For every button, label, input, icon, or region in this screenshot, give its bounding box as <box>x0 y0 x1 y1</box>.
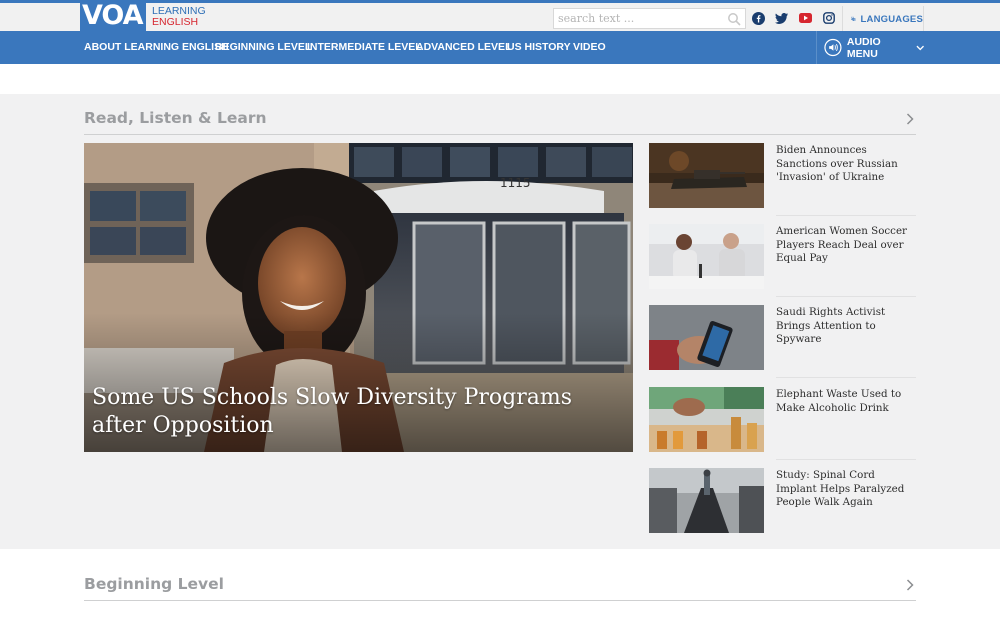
languages-button[interactable]: A文 LANGUAGES <box>842 6 924 32</box>
languages-icon: A文 <box>851 16 856 22</box>
nav-item-beginning-level[interactable]: BEGINNING LEVEL <box>215 31 311 64</box>
story-thumbnail[interactable] <box>649 224 764 289</box>
beginning-section-header: Beginning Level <box>84 560 916 601</box>
story-item[interactable]: Elephant Waste Used to Make Alcoholic Dr… <box>649 387 916 468</box>
main-nav: ABOUT LEARNING ENGLISH BEGINNING LEVEL I… <box>0 31 1000 64</box>
story-thumbnail[interactable] <box>649 468 764 533</box>
hero-story[interactable]: 1115 Some US Schools Slow Diversity Prog… <box>84 143 633 452</box>
chevron-down-icon <box>916 45 924 50</box>
story-thumbnail[interactable] <box>649 143 764 208</box>
nav-item-video[interactable]: VIDEO <box>573 31 606 64</box>
top-bar: VOA LEARNING ENGLISH A文 LANGUAGES <box>0 0 1000 32</box>
nav-item-intermediate-level[interactable]: INTERMEDIATE LEVEL <box>307 31 422 64</box>
story-item[interactable]: American Women Soccer Players Reach Deal… <box>649 224 916 305</box>
story-item[interactable]: Saudi Rights Activist Brings Attention t… <box>649 305 916 386</box>
search-input[interactable] <box>554 9 719 28</box>
story-thumbnail[interactable] <box>649 305 764 370</box>
languages-label: LANGUAGES <box>860 13 923 25</box>
twitter-icon[interactable] <box>773 10 789 26</box>
featured-section-title[interactable]: Read, Listen & Learn <box>84 109 267 127</box>
featured-section-header: Read, Listen & Learn <box>84 94 916 135</box>
audio-menu-button[interactable]: AUDIO MENU <box>816 31 924 64</box>
logo-text-english: ENGLISH <box>152 16 199 28</box>
nav-item-about-learning-english[interactable]: ABOUT LEARNING ENGLISH <box>84 31 229 64</box>
audio-icon <box>824 38 842 57</box>
instagram-icon[interactable] <box>821 10 837 26</box>
story-divider <box>776 377 916 378</box>
story-item[interactable]: Study: Spinal Cord Implant Helps Paralyz… <box>649 468 916 549</box>
voa-logo-mark: VOA <box>80 3 146 31</box>
search-icon[interactable] <box>727 12 741 26</box>
search-box <box>553 8 746 29</box>
svg-text:文: 文 <box>853 18 855 22</box>
beginning-section-title[interactable]: Beginning Level <box>84 575 224 593</box>
story-title[interactable]: Study: Spinal Cord Implant Helps Paralyz… <box>776 469 916 510</box>
youtube-icon[interactable] <box>797 10 813 26</box>
chevron-right-icon[interactable] <box>906 113 914 125</box>
facebook-icon[interactable] <box>750 10 766 26</box>
story-item[interactable]: Biden Announces Sanctions over Russian '… <box>649 143 916 224</box>
voa-learning-english-logo[interactable]: VOA LEARNING ENGLISH <box>80 3 206 31</box>
chevron-right-icon[interactable] <box>906 579 914 591</box>
story-title[interactable]: Biden Announces Sanctions over Russian '… <box>776 144 916 185</box>
story-divider <box>776 459 916 460</box>
audio-menu-label: AUDIO MENU <box>846 35 881 60</box>
hero-story-title[interactable]: Some US Schools Slow Diversity Programs … <box>92 384 592 440</box>
story-title[interactable]: Saudi Rights Activist Brings Attention t… <box>776 306 916 347</box>
story-title[interactable]: Elephant Waste Used to Make Alcoholic Dr… <box>776 388 916 415</box>
nav-item-us-history[interactable]: US HISTORY <box>507 31 571 64</box>
logo-text: LEARNING ENGLISH <box>152 6 206 28</box>
story-title[interactable]: American Women Soccer Players Reach Deal… <box>776 225 916 266</box>
nav-item-advanced-level[interactable]: ADVANCED LEVEL <box>416 31 511 64</box>
story-thumbnail[interactable] <box>649 387 764 452</box>
story-divider <box>776 296 916 297</box>
story-divider <box>776 215 916 216</box>
